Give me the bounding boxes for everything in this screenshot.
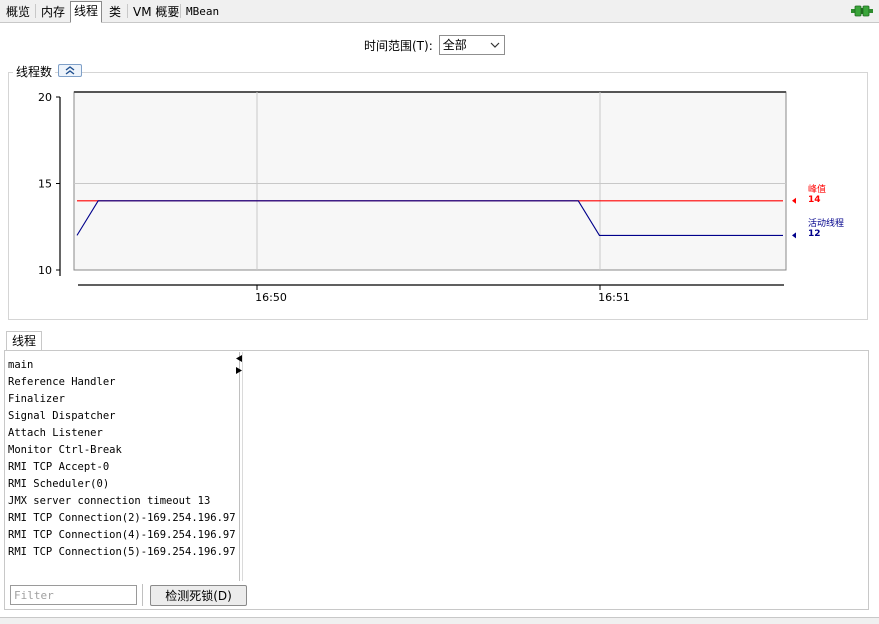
thread-list-item[interactable]: JMX server connection timeout 13	[8, 493, 236, 510]
collapse-right-icon[interactable]	[236, 367, 242, 374]
legend-series-name: 活动线程	[808, 217, 844, 229]
thread-list-item[interactable]: Reference Handler	[8, 374, 236, 391]
filter-input[interactable]	[10, 585, 137, 605]
plot-area	[73, 91, 787, 271]
legend-series-value: 14	[808, 195, 821, 205]
detect-deadlock-button[interactable]: 检测死锁(D)	[150, 585, 247, 606]
threads-tab[interactable]: 线程	[6, 331, 43, 351]
thread-list-item[interactable]: RMI Scheduler(0)	[8, 476, 236, 493]
thread-list-item[interactable]: RMI TCP Connection(4)-169.254.196.97	[8, 527, 236, 544]
series-end-marker	[792, 232, 796, 239]
split-pane-divider[interactable]	[239, 352, 243, 581]
x-tick-label: 16:50	[255, 291, 287, 304]
thread-list-item[interactable]: RMI TCP Accept-0	[8, 459, 236, 476]
y-tick-label: 15	[38, 178, 52, 191]
thread-list-item[interactable]: Monitor Ctrl-Break	[8, 442, 236, 459]
thread-list: main Reference Handler Finalizer Signal Dis…	[8, 357, 236, 561]
x-tick-label: 16:51	[598, 291, 630, 304]
toolbar-separator	[142, 584, 143, 606]
legend-series-name: 峰值	[808, 183, 826, 195]
y-tick-label: 20	[38, 91, 52, 104]
thread-list-item[interactable]: Signal Dispatcher	[8, 408, 236, 425]
thread-list-item[interactable]: RMI TCP Connection(5)-169.254.196.97	[8, 544, 236, 561]
thread-list-item[interactable]: main	[8, 357, 236, 374]
legend-series-value: 12	[808, 229, 821, 239]
thread-list-item[interactable]: Attach Listener	[8, 425, 236, 442]
y-tick-label: 10	[38, 264, 52, 277]
thread-list-item[interactable]: Finalizer	[8, 391, 236, 408]
thread-count-chart: 10 15 20 16:50 16:51 峰值14 活动线程12	[38, 91, 844, 304]
series-end-marker	[792, 197, 796, 204]
thread-list-item[interactable]: RMI TCP Connection(2)-169.254.196.97	[8, 510, 236, 527]
collapse-left-icon[interactable]	[236, 355, 242, 362]
